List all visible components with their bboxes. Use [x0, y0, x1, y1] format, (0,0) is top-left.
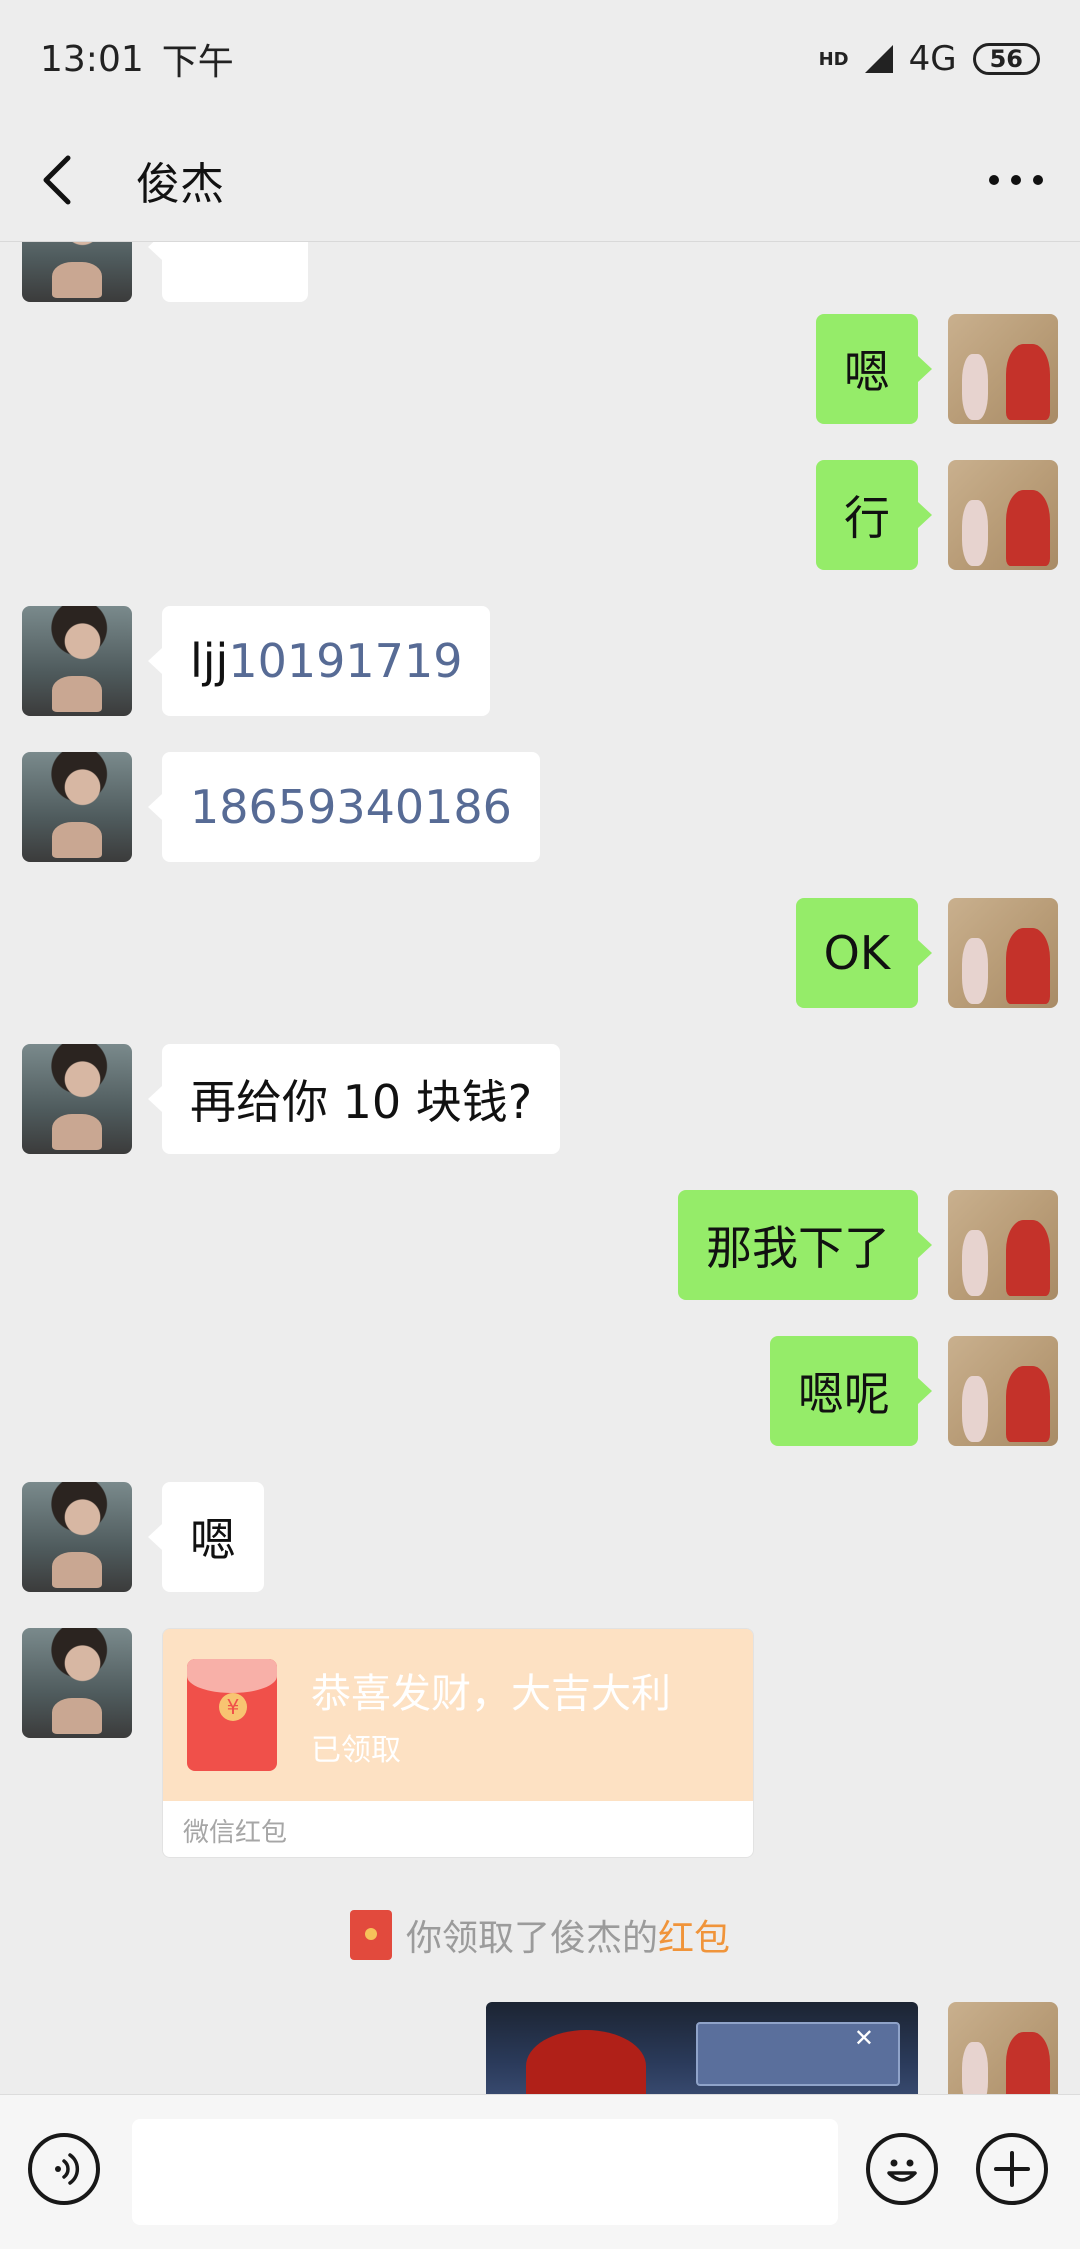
red-packet-status: 已领取 [311, 1733, 401, 1768]
plus-icon[interactable] [976, 2133, 1048, 2205]
message-bubble-out[interactable]: 那我下了 [678, 1190, 932, 1300]
message-bubble-out[interactable]: 行 [816, 460, 932, 570]
my-avatar[interactable] [948, 2002, 1058, 2094]
voice-icon[interactable] [28, 2133, 100, 2205]
message-bubble-in[interactable]: 再给你 10 块钱? [147, 1044, 561, 1154]
message-bubble-in[interactable]: 18659340186 [148, 752, 540, 862]
signal-icon [864, 45, 893, 73]
red-packet-icon [349, 1910, 392, 1960]
message-bubble-in[interactable]: ljj 10191719 [147, 606, 491, 716]
friend-avatar[interactable] [22, 242, 132, 302]
my-avatar[interactable] [948, 1190, 1058, 1300]
chat-header: 俊杰 [0, 118, 1080, 242]
message-bubble-out[interactable]: OK [795, 898, 933, 1008]
phone-link[interactable]: 18659340186 [190, 780, 512, 834]
friend-avatar[interactable] [22, 752, 132, 862]
image-message[interactable]: ✕ [486, 2002, 918, 2094]
friend-avatar[interactable] [22, 1628, 132, 1738]
red-packet-footer: 微信红包 [163, 1801, 753, 1857]
my-avatar[interactable] [948, 460, 1058, 570]
status-icons: HD 4G 56 [819, 39, 1040, 79]
coin-icon: ¥ [219, 1693, 247, 1721]
my-avatar[interactable] [948, 314, 1058, 424]
close-icon: ✕ [853, 2024, 874, 2052]
chat-area[interactable]: 嗯 行 ljj 10191719 18659340186 OK 再给你 10 块钱… [0, 242, 1080, 2094]
message-bubble-in[interactable]: 嗯 [148, 1482, 264, 1592]
status-period: 下午 [161, 42, 234, 83]
my-avatar[interactable] [948, 1336, 1058, 1446]
red-packet-icon: ¥ [187, 1659, 277, 1771]
system-message: 你领取了俊杰的红包 [0, 1900, 1080, 1970]
red-packet-text: 恭喜发财，大吉大利 已领取 [311, 1661, 671, 1769]
red-packet-card[interactable]: ¥ 恭喜发财，大吉大利 已领取 微信红包 [162, 1628, 754, 1858]
status-bar: 13:01 下午 HD 4G 56 [0, 0, 1080, 118]
more-dots-icon[interactable] [976, 150, 1056, 210]
status-time: 13:01 [40, 38, 144, 80]
network-label: 4G [908, 39, 957, 79]
message-input[interactable] [132, 2119, 838, 2225]
friend-avatar[interactable] [22, 1044, 132, 1154]
message-text: ljj [190, 634, 229, 688]
status-time-group: 13:01 下午 [40, 33, 234, 85]
friend-avatar[interactable] [22, 1482, 132, 1592]
friend-avatar[interactable] [22, 606, 132, 716]
message-bubble-out[interactable]: 嗯 [816, 314, 932, 424]
message-bubble-partial[interactable] [148, 242, 308, 302]
input-bar [0, 2094, 1080, 2249]
system-message-text: 你领取了俊杰的红包 [405, 1918, 731, 1959]
back-icon[interactable] [30, 152, 86, 208]
hd-label: HD [818, 48, 849, 70]
red-packet-title: 恭喜发财，大吉大利 [311, 1671, 671, 1717]
red-packet-body: ¥ 恭喜发财，大吉大利 已领取 [163, 1629, 753, 1801]
battery-indicator: 56 [972, 43, 1040, 75]
chat-title: 俊杰 [136, 158, 224, 210]
emoji-icon[interactable] [866, 2133, 938, 2205]
my-avatar[interactable] [948, 898, 1058, 1008]
system-message-link[interactable]: 红包 [658, 1918, 730, 1959]
message-link[interactable]: 10191719 [228, 634, 462, 688]
message-bubble-out[interactable]: 嗯呢 [770, 1336, 932, 1446]
